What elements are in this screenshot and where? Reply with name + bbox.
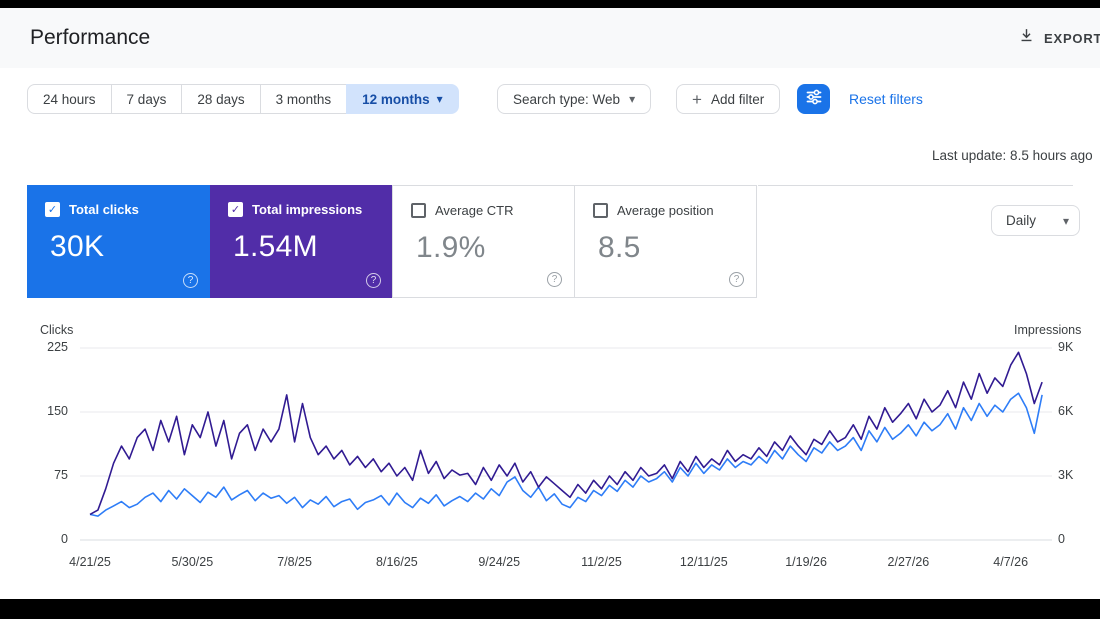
x-axis-tick: 8/16/25	[376, 555, 418, 569]
metric-label: Total clicks	[69, 202, 139, 217]
chevron-down-icon: ▾	[629, 92, 636, 106]
metric-cards: ✓ Total clicks 30K? ✓ Total impressions 1.54M…	[27, 185, 757, 298]
metric-card-total-clicks[interactable]: ✓ Total clicks 30K?	[27, 185, 210, 298]
search-type-label: Search type: Web	[513, 91, 621, 107]
export-button[interactable]: EXPORT	[1018, 8, 1100, 68]
date-range-label: 24 hours	[43, 91, 96, 107]
date-range-12-months[interactable]: 12 months ▾	[346, 84, 459, 114]
unchecked-checkbox-icon[interactable]	[593, 203, 608, 218]
metric-label: Average CTR	[435, 203, 514, 218]
metric-card-average-ctr[interactable]: Average CTR 1.9%?	[392, 185, 575, 298]
help-icon[interactable]: ?	[183, 273, 198, 288]
chevron-down-icon: ▾	[1062, 213, 1069, 228]
date-range-label: 12 months	[362, 91, 430, 107]
right-axis-tick: 6K	[1058, 404, 1074, 418]
page-header: Performance EXPORT	[0, 8, 1100, 68]
checked-checkbox-icon[interactable]: ✓	[228, 202, 243, 217]
chart-region: Clicks Impressions 225 150 75 0 9K 6K 3K 0 4/2…	[0, 318, 1100, 578]
metric-card-average-position[interactable]: Average position 8.5?	[574, 185, 757, 298]
metric-label: Average position	[617, 203, 714, 218]
chevron-down-icon: ▾	[436, 92, 443, 106]
x-axis-tick: 4/7/26	[993, 555, 1029, 569]
checked-checkbox-icon[interactable]: ✓	[45, 202, 60, 217]
add-filter-chip[interactable]: + Add filter	[676, 84, 781, 114]
date-range-24-hours[interactable]: 24 hours	[27, 84, 112, 114]
help-icon[interactable]: ?	[547, 272, 562, 287]
metric-value: 1.9%	[416, 231, 486, 264]
left-axis-title: Clicks	[40, 323, 74, 337]
metric-label: Total impressions	[252, 202, 363, 217]
metric-value: 30K	[50, 230, 105, 263]
left-axis-tick: 0	[61, 532, 68, 546]
x-axis-tick: 9/24/25	[478, 555, 521, 569]
date-range-group: 24 hours 7 days 28 days 3 months 12 months ▾	[27, 84, 459, 114]
page-title: Performance	[30, 26, 151, 49]
right-axis-tick: 3K	[1058, 468, 1074, 482]
x-axis-tick: 1/19/26	[785, 555, 827, 569]
metric-strip: ✓ Total clicks 30K? ✓ Total impressions 1.54M…	[27, 185, 1073, 298]
date-range-label: 7 days	[126, 91, 167, 107]
metric-value: 1.54M	[233, 230, 318, 263]
export-label: EXPORT	[1044, 30, 1100, 46]
top-black-bar	[0, 0, 1100, 8]
help-icon[interactable]: ?	[729, 272, 744, 287]
x-axis-tick: 11/2/25	[581, 555, 622, 569]
left-axis-tick: 150	[47, 404, 68, 418]
help-icon[interactable]: ?	[366, 273, 381, 288]
date-range-28-days[interactable]: 28 days	[181, 84, 261, 114]
left-axis-tick: 75	[54, 468, 68, 482]
panel-top-border	[758, 185, 1073, 186]
unchecked-checkbox-icon[interactable]	[411, 203, 426, 218]
granularity-select[interactable]: Daily ▾	[991, 205, 1080, 236]
tune-sliders-icon	[805, 88, 823, 111]
filter-row: 24 hours 7 days 28 days 3 months 12 months ▾ …	[0, 84, 1100, 114]
left-axis-tick: 225	[47, 340, 68, 354]
performance-chart[interactable]	[0, 318, 1100, 578]
x-axis-tick: 7/8/25	[277, 555, 312, 569]
date-range-label: 3 months	[275, 91, 332, 107]
metric-card-total-impressions[interactable]: ✓ Total impressions 1.54M?	[210, 185, 393, 298]
search-type-chip[interactable]: Search type: Web ▾	[497, 84, 652, 114]
date-range-3-months[interactable]: 3 months	[259, 84, 348, 114]
granularity-label: Daily	[1006, 213, 1037, 228]
reset-filters-link[interactable]: Reset filters	[849, 84, 923, 114]
x-axis-tick: 2/27/26	[887, 555, 930, 569]
bottom-black-bar	[0, 599, 1100, 619]
right-axis-title: Impressions	[1014, 323, 1082, 337]
x-axis-tick: 12/11/25	[679, 555, 728, 569]
metric-value: 8.5	[598, 231, 641, 264]
x-axis-tick: 4/21/25	[69, 555, 111, 569]
download-icon	[1018, 27, 1035, 49]
date-range-7-days[interactable]: 7 days	[110, 84, 183, 114]
right-axis-tick: 0	[1058, 532, 1065, 546]
x-axis-tick: 5/30/25	[171, 555, 214, 569]
right-axis-tick: 9K	[1058, 340, 1074, 354]
filter-toggle-button[interactable]	[797, 84, 830, 114]
date-range-label: 28 days	[197, 91, 245, 107]
plus-icon: +	[692, 89, 702, 109]
add-filter-label: Add filter	[710, 91, 765, 107]
last-update-text: Last update: 8.5 hours ago	[932, 148, 1093, 163]
